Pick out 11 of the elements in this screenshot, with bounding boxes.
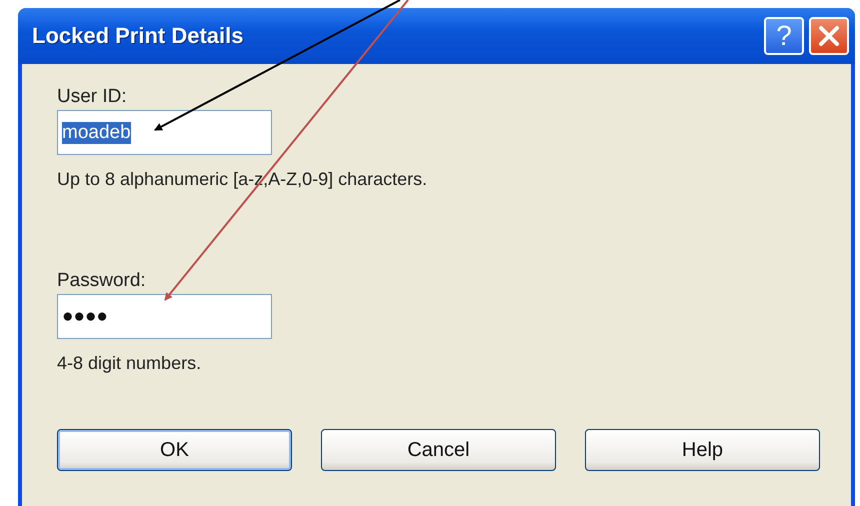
input-field[interactable]: moadeb (57, 110, 272, 155)
field-label: Password: (57, 270, 146, 292)
dialog-button[interactable]: Help (585, 429, 820, 471)
window-title: Locked Print Details (32, 23, 244, 49)
hint-text: 4-8 digit numbers. (57, 353, 202, 374)
close-icon (817, 24, 841, 48)
dialog-button[interactable]: OK (57, 429, 292, 471)
dialog-button[interactable]: Cancel (321, 429, 556, 471)
field-label: User ID: (57, 86, 127, 108)
input-field[interactable]: ●●●● (57, 294, 272, 339)
close-button[interactable] (809, 17, 849, 55)
